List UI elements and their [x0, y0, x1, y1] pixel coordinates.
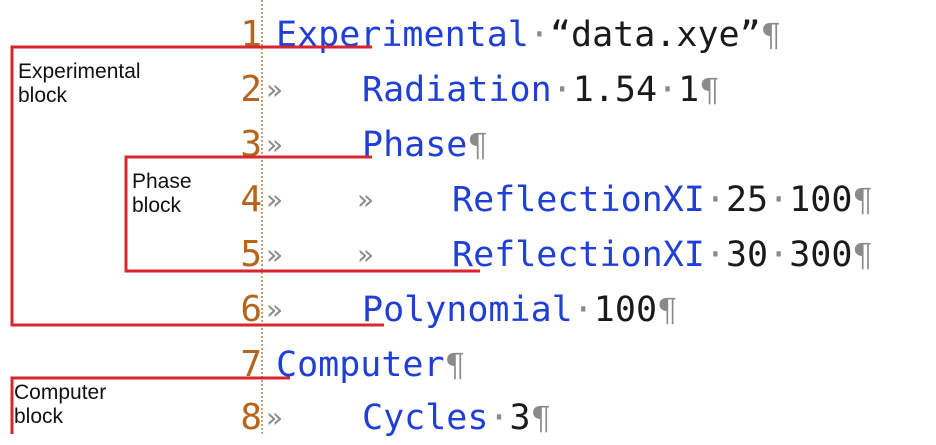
experimental-block-label-line1: Experimental	[18, 60, 141, 83]
phase-block-label: Phase block	[132, 170, 192, 218]
computer-block-label-line1: Computer	[14, 381, 107, 404]
computer-block-label: Computer block	[14, 381, 106, 429]
experimental-block-label-line2: block	[18, 84, 68, 107]
phase-block-label-line1: Phase	[132, 170, 192, 193]
computer-block-label-line2: block	[14, 405, 64, 428]
phase-block-label-line2: block	[132, 194, 182, 217]
experimental-block-label: Experimental block	[18, 60, 141, 108]
